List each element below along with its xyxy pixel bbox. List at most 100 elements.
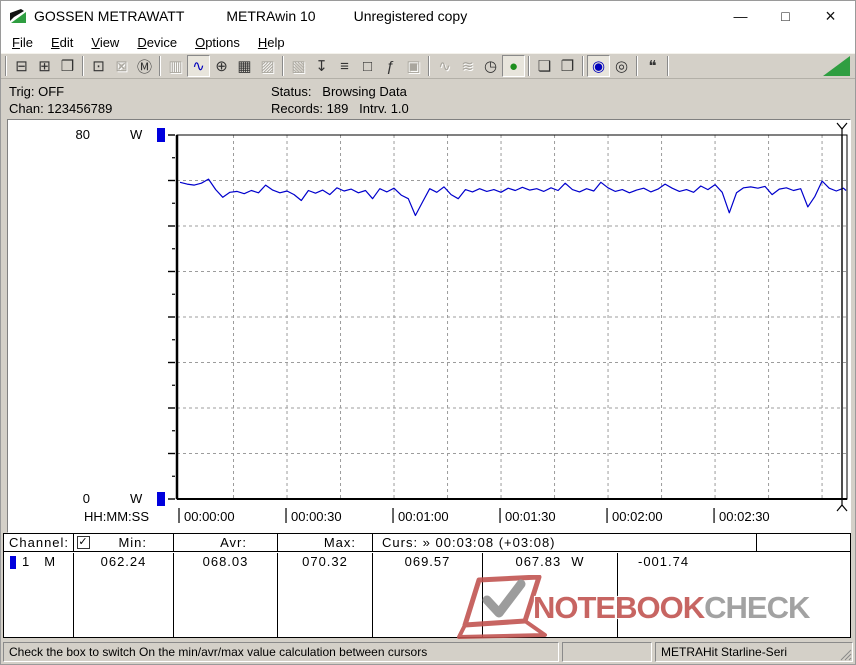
live-timer-button[interactable]: ●	[502, 55, 525, 77]
window-controls: — □ ×	[718, 1, 853, 31]
numeric-display-button: ▥	[164, 55, 187, 77]
cursor2-unit: W	[571, 554, 584, 569]
app-logo-icon	[9, 8, 27, 24]
header-cursors: Curs: » 00:03:08 (+03:08)	[373, 534, 757, 551]
wave-single-button: ∿	[433, 55, 456, 77]
trigger-status: Trig: OFF	[9, 84, 64, 99]
cursor-delta-value: -001.74	[618, 553, 850, 637]
print-preview-button[interactable]: ❏	[533, 55, 556, 77]
browse-status: Status: Browsing Data	[271, 84, 407, 99]
y-axis-max-label: 80	[44, 127, 90, 142]
channel-color-marker	[10, 556, 16, 569]
max-value: 070.32	[278, 553, 373, 637]
close-button[interactable]: ×	[808, 1, 853, 31]
menu-file[interactable]: File	[3, 33, 42, 52]
clear-device-button: ⊠	[110, 55, 133, 77]
toolbar-separator	[636, 56, 638, 76]
header-min-cell: ✓ Min:	[74, 534, 174, 551]
device-display-button: ▣	[402, 55, 425, 77]
value-table-button[interactable]: ▦	[233, 55, 256, 77]
channel-table: Channel: ✓ Min: Avr: Max: Curs: » 00:03:…	[3, 533, 851, 638]
statusbar-device-label: METRAHit Starline-Seri	[661, 645, 787, 659]
xy-scope-button[interactable]: ⊕	[210, 55, 233, 77]
header-min: Min:	[90, 535, 173, 551]
export-curve-button: ▧	[287, 55, 310, 77]
avr-value: 068.03	[174, 553, 278, 637]
histogram-button: ▨	[256, 55, 279, 77]
power-line-chart	[8, 120, 850, 532]
title-license: Unregistered copy	[354, 8, 468, 24]
y-marker-bottom[interactable]	[157, 492, 165, 506]
save-data-button[interactable]: ⊞	[33, 55, 56, 77]
wave-burst-button: ≋	[456, 55, 479, 77]
corner-triangle-logo	[823, 56, 850, 76]
minmax-checkbox[interactable]: ✓	[77, 536, 90, 549]
status-bar: Check the box to switch On the min/avr/m…	[1, 640, 855, 664]
x-axis-format-label: HH:MM:SS	[84, 509, 149, 524]
metrawin-window: GOSSEN METRAWATT METRAwin 10 Unregistere…	[0, 0, 856, 665]
toolbar-separator	[82, 56, 84, 76]
x-tick-label: 00:01:30	[505, 509, 556, 524]
channel-1-power-series-line	[180, 179, 846, 215]
menu-edit[interactable]: Edit	[42, 33, 82, 52]
y-axis-min-label: 0	[44, 491, 90, 506]
toolbar: ⊟⊞❒⊡⊠Ⓜ▥∿⊕▦▨▧↧≡□ƒ▣∿≋◷●❏❐◉◎❝	[1, 53, 855, 79]
y-axis-unit-top: W	[130, 127, 142, 142]
status-info-panel: Trig: OFF Chan: 123456789 Status: Browsi…	[1, 79, 855, 119]
x-tick-label: 00:00:30	[291, 509, 342, 524]
statusbar-device: METRAHit Starline-Seri	[655, 642, 853, 662]
header-max: Max:	[278, 534, 373, 551]
menu-device[interactable]: Device	[128, 33, 186, 52]
zoom-curve-button[interactable]: ◉	[587, 55, 610, 77]
channel-cell: 1 M	[4, 553, 74, 637]
menu-options[interactable]: Options	[186, 33, 249, 52]
title-app-name: METRAwin 10	[226, 8, 315, 24]
channel-setup-button[interactable]: ≡	[333, 55, 356, 77]
toolbar-separator	[528, 56, 530, 76]
channel-row[interactable]: 1 M 062.24 068.03 070.32 069.57 067.83W …	[4, 553, 850, 637]
maximize-button[interactable]: □	[763, 1, 808, 31]
resize-grip[interactable]	[839, 648, 852, 661]
table-header-row: Channel: ✓ Min: Avr: Max: Curs: » 00:03:…	[4, 534, 850, 552]
header-avr: Avr:	[174, 534, 278, 551]
time-history-button[interactable]: ◷	[479, 55, 502, 77]
x-tick-label: 00:02:30	[719, 509, 770, 524]
channel-type: M	[44, 554, 56, 637]
y-axis-unit-bottom: W	[130, 491, 142, 506]
zoom-window-button[interactable]: ◎	[610, 55, 633, 77]
menu-view[interactable]: View	[82, 33, 128, 52]
chart-area[interactable]: 80 0 W W HH:MM:SS 00:00:00 00:00:30 00:01:00 00:…	[7, 119, 851, 533]
online-monitor-button[interactable]: □	[356, 55, 379, 77]
header-channel: Channel:	[4, 534, 74, 551]
curve-chart-button[interactable]: ∿	[187, 55, 210, 77]
statusbar-middle	[562, 642, 652, 662]
toolbar-separator	[282, 56, 284, 76]
x-tick-label: 00:01:00	[398, 509, 449, 524]
toolbar-separator	[582, 56, 584, 76]
cursor1-value: 069.57	[373, 553, 483, 637]
cursor2-value-cell: 067.83W	[483, 553, 618, 637]
minimize-button[interactable]: —	[718, 1, 763, 31]
open-file-button[interactable]: ❒	[56, 55, 79, 77]
annotation-callout-button[interactable]: ❝	[641, 55, 664, 77]
formula-fx-button[interactable]: ƒ	[379, 55, 402, 77]
toolbar-separator	[159, 56, 161, 76]
memory-device-button[interactable]: Ⓜ	[133, 55, 156, 77]
toolbar-separator	[428, 56, 430, 76]
records-info: Records: 189 Intrv. 1.0	[271, 101, 409, 116]
toolbar-separator	[667, 56, 669, 76]
x-tick-label: 00:00:00	[184, 509, 235, 524]
print-button[interactable]: ❐	[556, 55, 579, 77]
x-tick-label: 00:02:00	[612, 509, 663, 524]
save-file-button[interactable]: ⊟	[10, 55, 33, 77]
read-device-button[interactable]: ⊡	[87, 55, 110, 77]
y-marker-top[interactable]	[157, 128, 165, 142]
store-to-disk-button[interactable]: ↧	[310, 55, 333, 77]
menu-help[interactable]: Help	[249, 33, 294, 52]
channel-list: Chan: 123456789	[9, 101, 112, 116]
title-brand: GOSSEN METRAWATT	[34, 8, 184, 24]
menu-bar: File Edit View Device Options Help	[1, 31, 855, 53]
statusbar-hint: Check the box to switch On the min/avr/m…	[3, 642, 559, 662]
toolbar-separator	[5, 56, 7, 76]
title-bar: GOSSEN METRAWATT METRAwin 10 Unregistere…	[1, 1, 855, 31]
